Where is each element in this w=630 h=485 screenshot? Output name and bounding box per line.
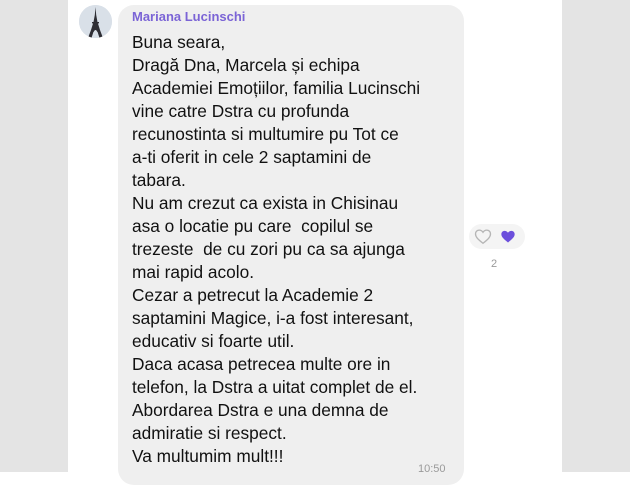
message-line: asa o locatie pu care copilul se xyxy=(132,216,374,236)
message-timestamp: 10:50 xyxy=(418,463,446,475)
eiffel-tower-icon xyxy=(79,5,112,38)
message-line: telefon, la Dstra a uitat complet de el. xyxy=(132,377,418,397)
message-line: saptamini Magice, i-a fost interesant, xyxy=(132,308,414,328)
message-line: recunostinta si multumire pu Tot ce xyxy=(132,124,399,144)
message-line: admiratie si respect. xyxy=(132,423,287,443)
message-line: Academiei Emoțiilor, familia Lucinschi xyxy=(132,78,421,98)
left-side-panel xyxy=(0,0,68,472)
message-line: Abordarea Dstra e una demna de xyxy=(132,400,389,420)
message-line: trezeste de cu zori pu ca sa ajunga xyxy=(132,239,405,259)
message-line: tabara. xyxy=(132,170,186,190)
message-line: Dragă Dna, Marcela și echipa xyxy=(132,55,360,75)
sender-name[interactable]: Mariana Lucinschi xyxy=(132,9,245,24)
message-line: Buna seara, xyxy=(132,32,226,52)
message-line: mai rapid acolo. xyxy=(132,262,254,282)
message-line: a-ti oferit in cele 2 saptamini de xyxy=(132,147,372,167)
message-line: Cezar a petrecut la Academie 2 xyxy=(132,285,374,305)
avatar[interactable] xyxy=(79,5,112,38)
right-side-panel xyxy=(562,0,630,472)
heart-filled-icon[interactable] xyxy=(500,229,516,244)
message-line: Daca acasa petrecea multe ore in xyxy=(132,354,391,374)
message-line: Nu am crezut ca exista in Chisinau xyxy=(132,193,399,213)
message-line: educativ si foarte util. xyxy=(132,331,295,351)
heart-outline-icon[interactable] xyxy=(474,228,492,245)
reaction-count: 2 xyxy=(491,258,498,270)
message-line: Va multumim mult!!! xyxy=(132,446,284,466)
message-line: vine catre Dstra cu profunda xyxy=(132,101,350,121)
